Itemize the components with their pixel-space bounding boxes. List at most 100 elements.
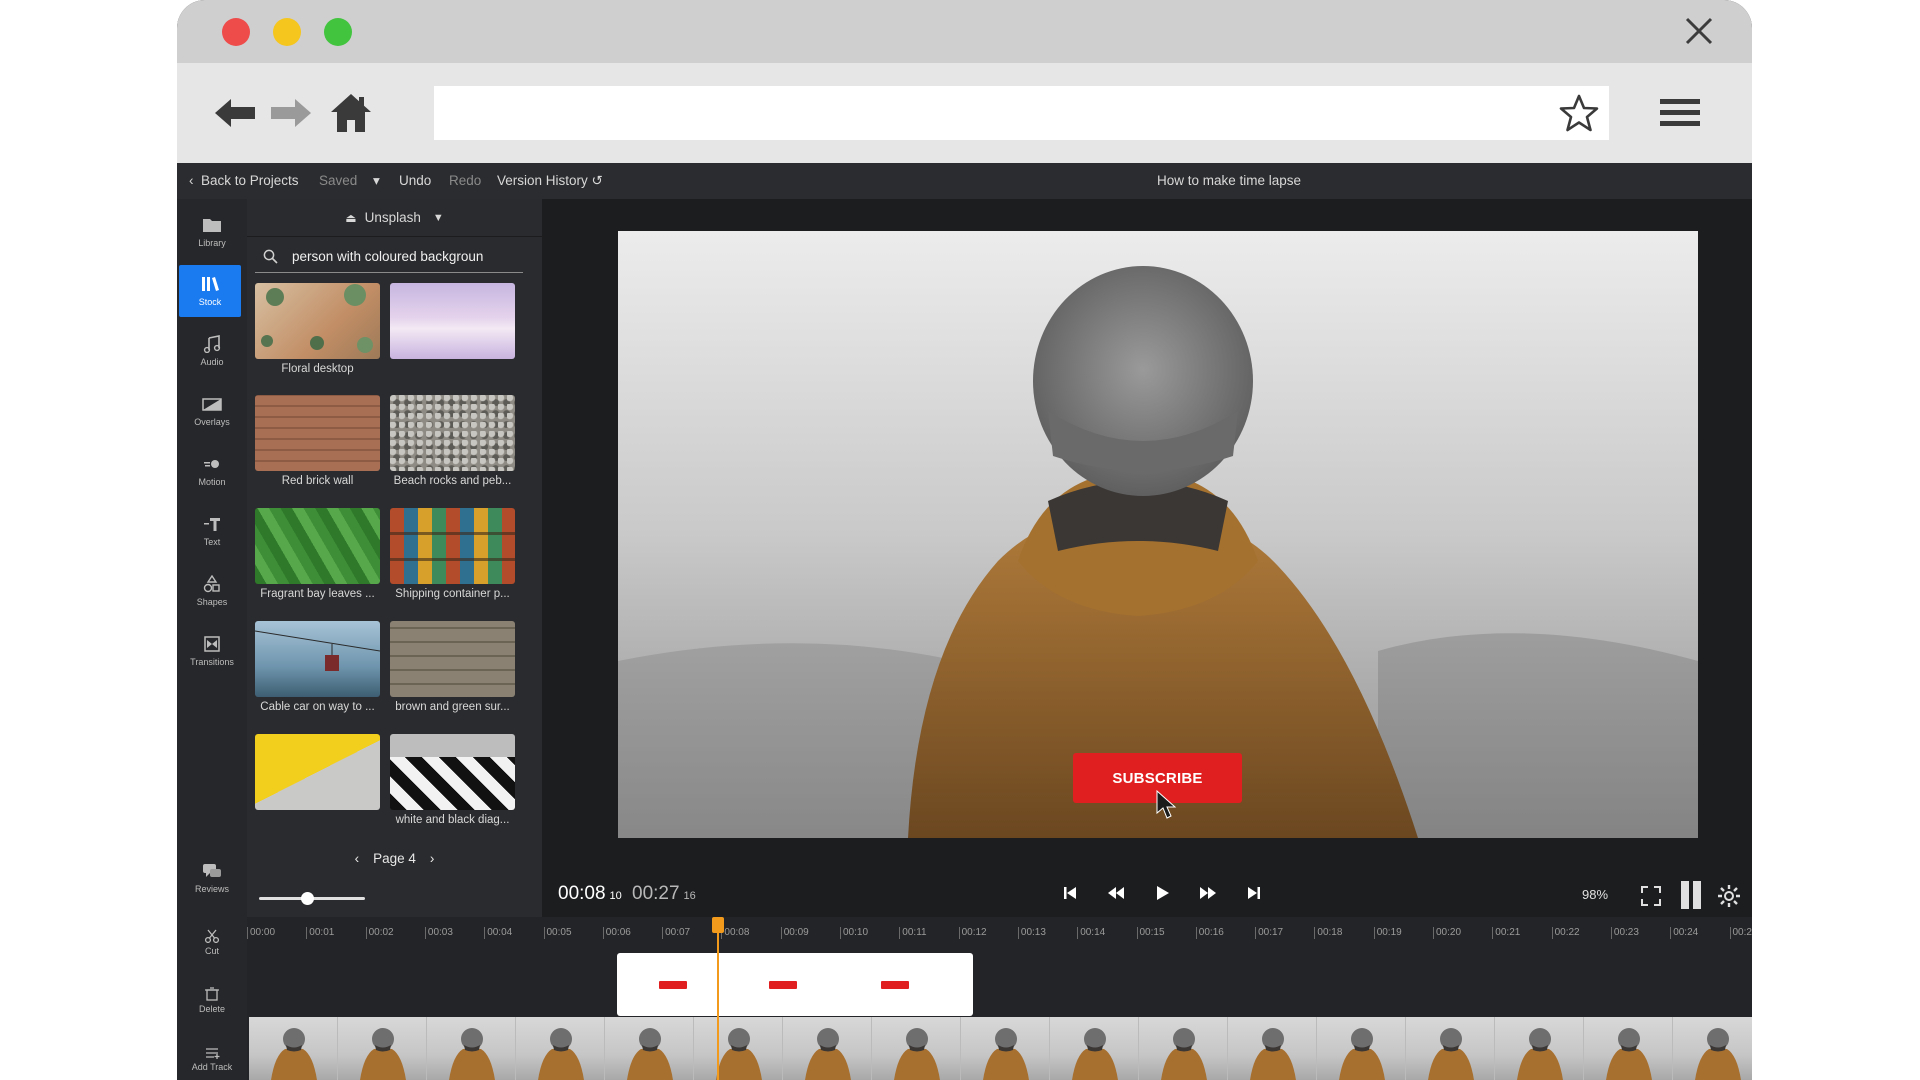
sidebar-item-transitions[interactable]: Transitions: [177, 625, 247, 677]
redo-button[interactable]: Redo: [449, 173, 481, 188]
video-frame-thumbnail: [1050, 1017, 1139, 1080]
clip-thumbnail: [881, 981, 909, 989]
skip-to-start-icon[interactable]: [1058, 881, 1082, 905]
saved-dropdown-caret-icon[interactable]: ▾: [373, 173, 380, 189]
timeline-ruler[interactable]: 00:00 00:01 00:02 00:03 00:04 00:05 00:06 00:07…: [247, 917, 1752, 947]
subscribe-overlay-clip[interactable]: [617, 953, 973, 1016]
delete-tool[interactable]: Delete: [177, 987, 247, 1014]
rewind-icon[interactable]: [1104, 881, 1128, 905]
thumbnail-cable-car[interactable]: [255, 621, 380, 697]
project-title: How to make time lapse: [1157, 173, 1302, 188]
timeline-tick: 00:13: [1017, 927, 1046, 939]
skip-to-end-icon[interactable]: [1242, 881, 1266, 905]
close-window-dot[interactable]: [222, 18, 250, 46]
prev-page-icon[interactable]: ‹: [355, 851, 360, 866]
url-bar[interactable]: [434, 86, 1609, 140]
thumbnail-label: Shipping container p...: [395, 588, 510, 600]
next-page-icon[interactable]: ›: [430, 851, 435, 866]
video-frame-thumbnail: [1495, 1017, 1584, 1080]
aspect-ratio-icon[interactable]: [1678, 879, 1704, 911]
video-preview[interactable]: SUBSCRIBE: [618, 231, 1698, 838]
thumbnail-label: Red brick wall: [281, 475, 354, 487]
thumbnail-size-slider[interactable]: [259, 892, 365, 905]
chevron-down-icon: ▼: [432, 211, 444, 224]
back-arrow-icon[interactable]: [211, 89, 259, 137]
video-frame-thumbnail: [1317, 1017, 1406, 1080]
timeline-tick: 00:04: [484, 927, 512, 939]
back-to-projects-link[interactable]: ‹ Back to Projects: [189, 173, 299, 188]
timeline-tools: Cut Delete Add Track: [177, 917, 247, 1080]
stock-media-panel: ⏏ Unsplash ▼ person with coloured backgr…: [247, 199, 542, 917]
zoom-level[interactable]: 98%: [1582, 887, 1608, 902]
play-icon[interactable]: [1150, 881, 1174, 905]
fast-forward-icon[interactable]: [1196, 881, 1220, 905]
sidebar-item-overlays[interactable]: Overlays: [177, 385, 247, 437]
sidebar-item-motion[interactable]: Motion: [177, 445, 247, 497]
thumbnail-floral-desktop[interactable]: [255, 283, 380, 359]
timeline-tick: 00:18: [1314, 927, 1342, 939]
folder-icon: [203, 219, 221, 232]
cut-tool[interactable]: Cut: [177, 929, 247, 956]
sidebar-item-reviews[interactable]: Reviews: [177, 852, 247, 904]
timeline-tick: 00:23: [1610, 927, 1639, 939]
stock-books-icon: [202, 277, 219, 291]
gear-icon[interactable]: [1716, 883, 1742, 909]
playhead-handle[interactable]: [712, 917, 724, 933]
thumbnail-label: Fragrant bay leaves ...: [260, 588, 375, 600]
video-frame-thumbnail: [1673, 1017, 1752, 1080]
thumbnail-red-brick-wall[interactable]: [255, 395, 380, 471]
playback-controls: [1058, 881, 1266, 905]
sidebar-item-library[interactable]: Library: [177, 206, 247, 258]
timeline-tick: 00:16: [1195, 927, 1224, 939]
fullscreen-icon[interactable]: [1638, 883, 1664, 909]
thumbnail-pastel-sky[interactable]: [390, 283, 515, 359]
timeline-tick: 00:06: [602, 927, 631, 939]
timeline-tick: 00:22: [1551, 927, 1580, 939]
video-frame-thumbnail: [427, 1017, 516, 1080]
close-icon[interactable]: [1682, 14, 1716, 48]
thumbnail-white-black-diagonal[interactable]: [390, 734, 515, 810]
timeline-tick: 00:05: [543, 927, 572, 939]
add-track-icon: [206, 1048, 220, 1059]
source-dropdown[interactable]: ⏏ Unsplash ▼: [247, 199, 542, 237]
thumbnail-label: white and black diag...: [395, 814, 510, 826]
sidebar-item-text[interactable]: Text: [177, 505, 247, 557]
thumbnail-yellow-grey-diagonal[interactable]: [255, 734, 380, 810]
minimize-window-dot[interactable]: [273, 18, 301, 46]
add-track-tool[interactable]: Add Track: [177, 1045, 247, 1072]
video-frame-thumbnail: [783, 1017, 872, 1080]
sidebar-item-shapes[interactable]: Shapes: [177, 565, 247, 617]
home-icon[interactable]: [327, 89, 375, 137]
timeline-tick: 00:14: [1077, 927, 1105, 939]
video-frame-thumbnail: [249, 1017, 338, 1080]
thumbnail-bay-leaves[interactable]: [255, 508, 380, 584]
thumbnail-label: Floral desktop: [281, 363, 354, 375]
slider-handle[interactable]: [301, 892, 314, 905]
timeline-tick: 00:10: [840, 927, 868, 939]
undo-button[interactable]: Undo: [399, 173, 431, 188]
timeline-tick: 00:21: [1492, 927, 1520, 939]
page-label: Page 4: [373, 851, 416, 866]
motion-icon: [204, 460, 219, 468]
thumbnail-shipping-containers[interactable]: [390, 508, 515, 584]
timeline-tick: 00:15: [1136, 927, 1165, 939]
hamburger-menu-icon[interactable]: [1658, 93, 1702, 133]
thumbnail-beach-rocks[interactable]: [390, 395, 515, 471]
timeline-tick: 00:01: [306, 927, 334, 939]
search-input[interactable]: person with coloured backgroun: [255, 241, 523, 273]
playhead[interactable]: [712, 917, 724, 1080]
sidebar-item-stock[interactable]: Stock: [179, 265, 241, 317]
timeline-tick: 00:03: [424, 927, 453, 939]
video-frame-thumbnail: [694, 1017, 783, 1080]
timeline-tick: 00:12: [958, 927, 987, 939]
maximize-window-dot[interactable]: [324, 18, 352, 46]
thumbnail-brown-green-surface[interactable]: [390, 621, 515, 697]
sidebar-item-audio[interactable]: Audio: [177, 325, 247, 377]
video-frame-thumbnail: [1406, 1017, 1495, 1080]
version-history-button[interactable]: Version History ↺: [497, 173, 603, 189]
timeline-tick: 00:00: [247, 927, 275, 939]
video-frame-thumbnail: [1584, 1017, 1673, 1080]
video-clip-track[interactable]: [249, 1017, 1752, 1080]
forward-arrow-icon[interactable]: [267, 89, 315, 137]
bookmark-star-icon[interactable]: [1559, 93, 1599, 133]
